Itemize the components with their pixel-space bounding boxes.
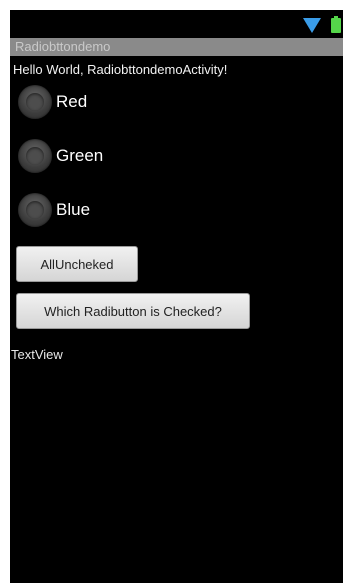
all-unchecked-button[interactable]: AllUncheked <box>16 246 138 282</box>
radio-indicator <box>26 93 44 111</box>
status-bar <box>10 10 343 38</box>
hello-text: Hello World, RadiobttondemoActivity! <box>13 62 228 77</box>
radio-circle-icon[interactable] <box>18 139 52 173</box>
device-frame: Radiobttondemo Hello World, Radiobttonde… <box>0 0 353 583</box>
battery-icon <box>331 16 341 33</box>
result-textview: TextView <box>11 347 63 362</box>
radio-label-blue[interactable]: Blue <box>56 199 90 221</box>
radio-circle-icon[interactable] <box>18 85 52 119</box>
radio-label-green[interactable]: Green <box>56 145 103 167</box>
radio-red[interactable]: Red <box>18 85 218 121</box>
radio-indicator <box>26 147 44 165</box>
radio-green[interactable]: Green <box>18 139 218 175</box>
wifi-icon <box>303 18 321 33</box>
app-title: Radiobttondemo <box>15 39 111 54</box>
title-bar: Radiobttondemo <box>10 38 343 56</box>
which-checked-button[interactable]: Which Radibutton is Checked? <box>16 293 250 329</box>
app-screen: Radiobttondemo Hello World, Radiobttonde… <box>10 10 343 583</box>
radio-label-red[interactable]: Red <box>56 91 87 113</box>
radio-circle-icon[interactable] <box>18 193 52 227</box>
radio-indicator <box>26 201 44 219</box>
radio-blue[interactable]: Blue <box>18 193 218 229</box>
